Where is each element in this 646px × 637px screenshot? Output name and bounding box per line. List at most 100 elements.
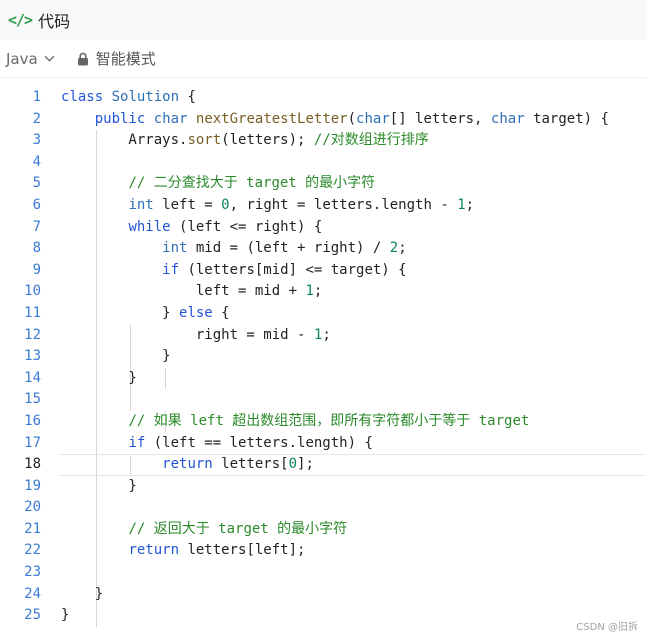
code-text: class Solution { xyxy=(61,87,196,109)
chevron-down-icon xyxy=(44,55,55,62)
code-token: 0 xyxy=(221,196,230,213)
line-number: 23 xyxy=(24,564,41,581)
code-text: } xyxy=(61,346,170,368)
line-number: 15 xyxy=(24,391,41,408)
lock-icon xyxy=(77,52,88,65)
line-number: 16 xyxy=(24,412,41,429)
code-text: if (letters[mid] <= target) { xyxy=(61,260,407,282)
line-number: 10 xyxy=(24,283,41,300)
code-token: char xyxy=(153,110,188,127)
code-line[interactable]: 12 right = mid - 1; xyxy=(0,325,646,347)
line-number: 17 xyxy=(24,434,41,451)
code-line[interactable]: 9 if (letters[mid] <= target) { xyxy=(0,260,646,282)
panel-header: </> 代码 xyxy=(0,0,646,40)
code-token: } xyxy=(61,607,70,624)
code-token: left = mid + xyxy=(61,283,306,300)
code-line[interactable]: 6 int left = 0, right = letters.length -… xyxy=(0,195,646,217)
code-line[interactable]: 4 xyxy=(0,152,646,174)
code-line[interactable]: 3 Arrays.sort(letters); //对数组进行排序 xyxy=(0,130,646,152)
code-line[interactable]: 10 left = mid + 1; xyxy=(0,281,646,303)
code-line[interactable]: 21 // 返回大于 target 的最小字符 xyxy=(0,519,646,541)
code-line[interactable]: 20 xyxy=(0,497,646,519)
code-token: letters[left]; xyxy=(179,542,306,559)
code-token: // 二分查找大于 target 的最小字符 xyxy=(128,175,376,192)
line-number: 8 xyxy=(32,240,41,257)
code-token: (letters[mid] <= target) { xyxy=(179,261,407,278)
code-text: int left = 0, right = letters.length - 1… xyxy=(61,195,474,217)
code-token: public xyxy=(94,110,146,127)
code-token: // 如果 left 超出数组范围，即所有字符都小于等于 target xyxy=(128,412,530,429)
line-number: 19 xyxy=(24,477,41,494)
code-text: right = mid - 1; xyxy=(61,325,331,347)
code-token: (letters); xyxy=(221,132,314,149)
code-text: } xyxy=(61,584,103,606)
code-token: if xyxy=(162,261,180,278)
code-line[interactable]: 7 while (left <= right) { xyxy=(0,217,646,239)
code-token: 1 xyxy=(457,196,466,213)
editor-toolbar: Java 智能模式 xyxy=(0,40,646,78)
code-line[interactable]: 1 class Solution { xyxy=(0,87,646,109)
line-number: 13 xyxy=(24,348,41,365)
code-icon: </> xyxy=(8,11,33,29)
code-token: mid = (left + right) / xyxy=(187,240,390,257)
code-editor[interactable]: 1 class Solution {2 public char nextGreat… xyxy=(0,87,646,627)
code-text: return letters[left]; xyxy=(61,540,305,562)
code-token: target) { xyxy=(524,110,609,127)
code-line[interactable]: 18 return letters[0]; xyxy=(0,454,646,476)
code-token: char xyxy=(490,110,525,127)
line-number: 21 xyxy=(24,520,41,537)
code-line[interactable]: 8 int mid = (left + right) / 2; xyxy=(0,238,646,260)
code-token: 0 xyxy=(288,456,298,473)
code-token: ( xyxy=(347,110,357,127)
code-line[interactable]: 16 // 如果 left 超出数组范围，即所有字符都小于等于 target xyxy=(0,411,646,433)
code-line[interactable]: 14 } xyxy=(0,368,646,390)
code-text: // 如果 left 超出数组范围，即所有字符都小于等于 target xyxy=(61,411,529,433)
code-token: right = mid - xyxy=(61,326,314,343)
code-line[interactable]: 24 } xyxy=(0,584,646,606)
line-number: 22 xyxy=(24,542,41,559)
code-line[interactable]: 15 xyxy=(0,389,646,411)
code-line[interactable]: 5 // 二分查找大于 target 的最小字符 xyxy=(0,173,646,195)
code-token: int xyxy=(162,240,188,257)
code-token: char xyxy=(356,110,390,127)
code-line[interactable]: 2 public char nextGreatestLetter(char[] … xyxy=(0,109,646,131)
code-token: (left <= right) { xyxy=(170,218,323,235)
code-token: } xyxy=(61,477,137,494)
mode-label[interactable]: 智能模式 xyxy=(96,48,156,69)
code-token: ; xyxy=(322,326,331,343)
code-token: // 返回大于 target 的最小字符 xyxy=(128,520,348,537)
code-line[interactable]: 17 if (left == letters.length) { xyxy=(0,433,646,455)
code-line[interactable]: 19 } xyxy=(0,476,646,498)
line-number: 5 xyxy=(32,175,41,192)
code-text: Arrays.sort(letters); //对数组进行排序 xyxy=(61,130,428,152)
code-line[interactable]: 22 return letters[left]; xyxy=(0,540,646,562)
line-number: 3 xyxy=(32,132,41,149)
language-select[interactable]: Java xyxy=(6,50,55,68)
line-number: 12 xyxy=(24,326,41,343)
code-token: } xyxy=(61,369,137,386)
code-token: int xyxy=(128,196,154,213)
code-text: while (left <= right) { xyxy=(61,217,322,239)
code-line[interactable]: 11 } else { xyxy=(0,303,646,325)
code-token: left = xyxy=(153,196,222,213)
code-token: } xyxy=(61,304,180,321)
code-text: left = mid + 1; xyxy=(61,281,322,303)
code-line[interactable]: 13 } xyxy=(0,346,646,368)
code-token: { xyxy=(212,304,230,321)
code-token: ; xyxy=(465,196,475,213)
code-line[interactable]: 25} xyxy=(0,605,646,627)
line-number: 9 xyxy=(32,261,41,278)
code-token: sort xyxy=(187,132,222,149)
code-token: return xyxy=(162,456,213,473)
line-number: 25 xyxy=(24,607,41,624)
code-line[interactable]: 23 xyxy=(0,562,646,584)
